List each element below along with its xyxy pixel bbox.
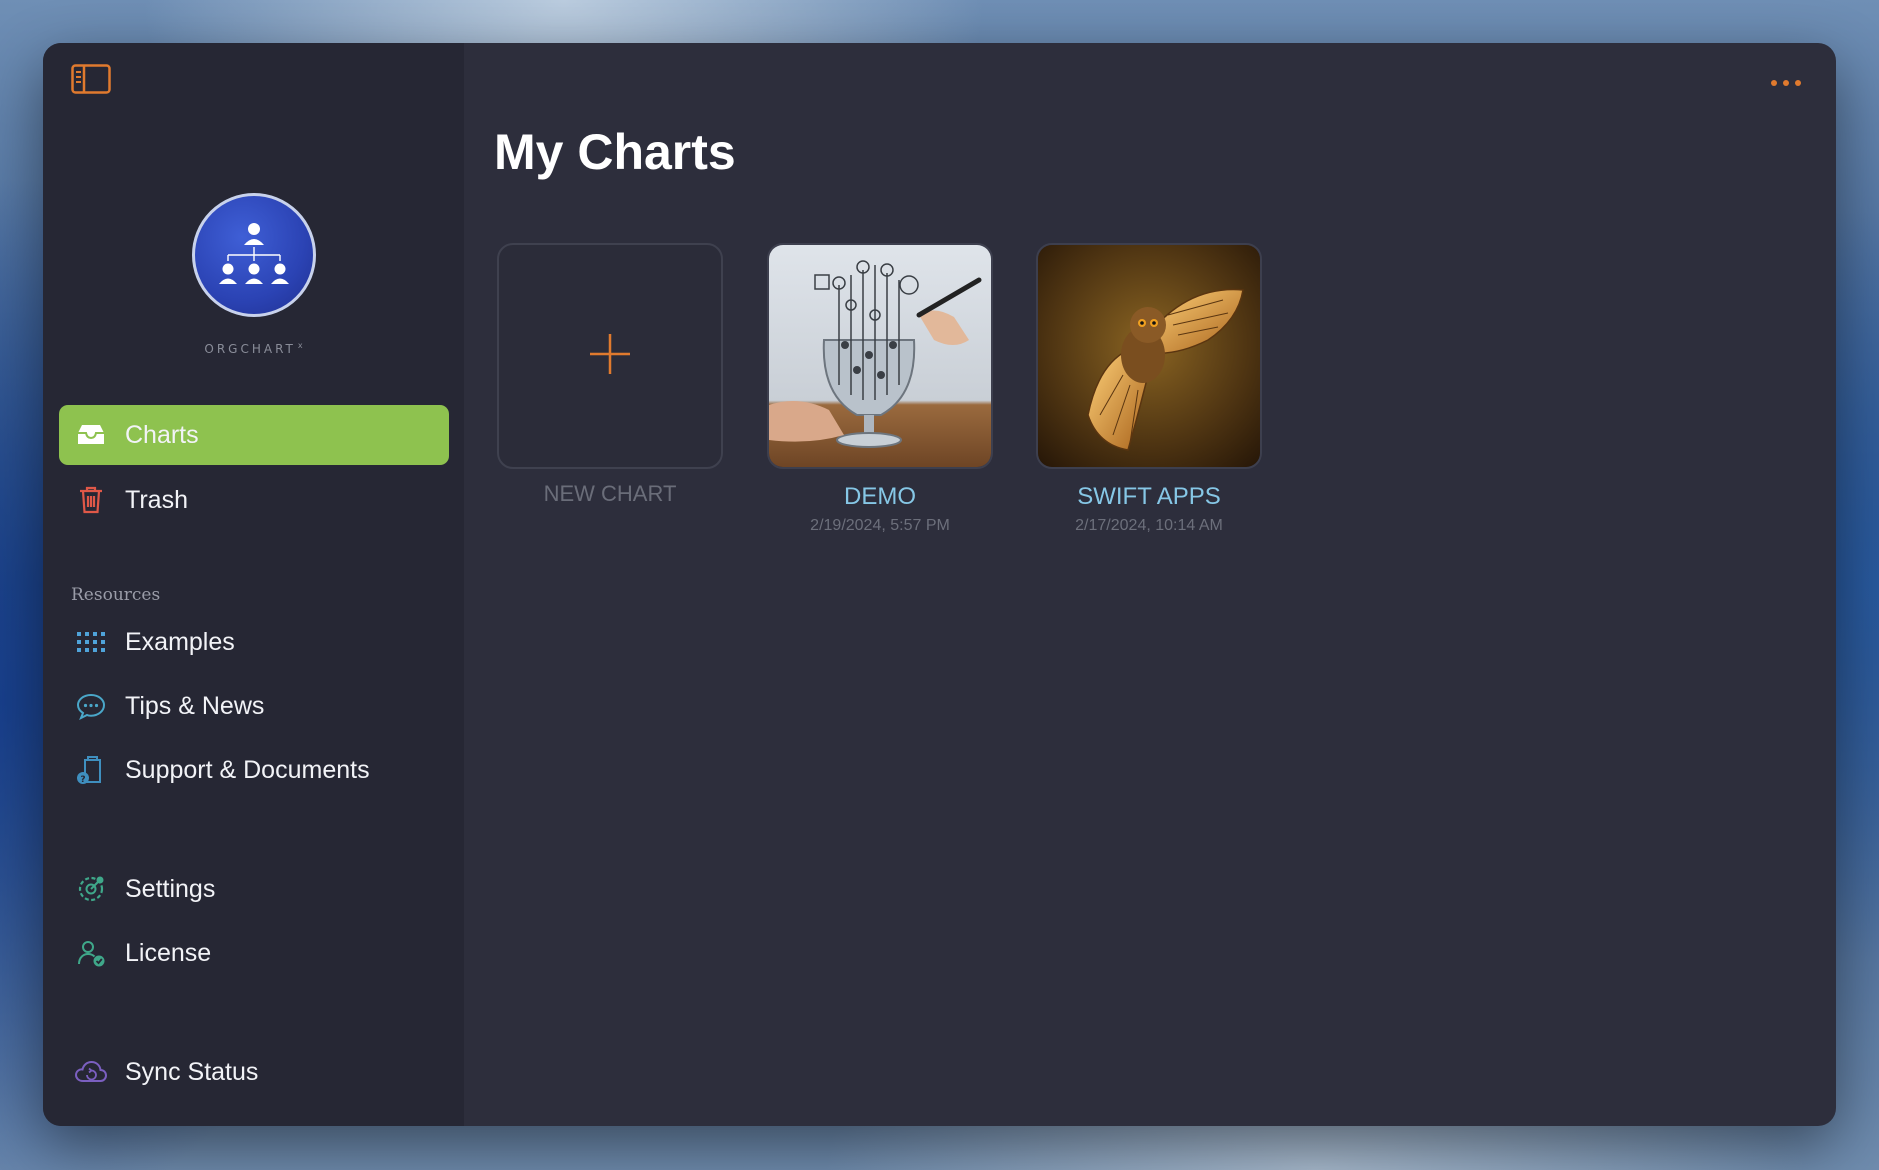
- trash-icon: [73, 485, 109, 515]
- sidebar-item-label: Settings: [125, 874, 216, 903]
- chart-thumbnail-demo: [767, 243, 993, 469]
- sidebar-item-license[interactable]: License: [59, 923, 449, 983]
- card-date: 2/19/2024, 5:57 PM: [810, 517, 950, 534]
- sidebar-toggle-button[interactable]: [71, 63, 111, 99]
- app-logo: ORGCHART x: [43, 193, 464, 356]
- chat-bubble-icon: [73, 692, 109, 720]
- demo-thumbnail-image: [769, 245, 991, 467]
- sidebar-item-label: Support & Documents: [125, 755, 370, 784]
- sidebar-item-settings[interactable]: Settings: [59, 859, 449, 919]
- chart-card-swift-apps[interactable]: SWIFT APPS 2/17/2024, 10:14 AM: [1034, 243, 1264, 535]
- ellipsis-icon: [1770, 74, 1802, 92]
- new-chart-card[interactable]: NEW CHART: [495, 243, 725, 507]
- sidebar: ORGCHART x Charts Trash Resources Exampl…: [43, 43, 464, 1126]
- card-title: DEMO: [844, 483, 916, 510]
- sidebar-item-trash[interactable]: Trash: [59, 470, 449, 530]
- page-title: My Charts: [494, 124, 736, 180]
- sidebar-item-label: Tips & News: [125, 691, 265, 720]
- sidebar-item-tips-news[interactable]: Tips & News: [59, 676, 449, 736]
- owl-thumbnail-image: [1038, 245, 1260, 467]
- sidebar-item-sync-status[interactable]: Sync Status: [59, 1042, 449, 1102]
- plus-icon: [588, 332, 632, 381]
- app-window: ORGCHART x Charts Trash Resources Exampl…: [43, 43, 1836, 1126]
- sidebar-toggle-icon: [71, 63, 111, 99]
- tray-icon: [73, 422, 109, 448]
- document-help-icon: ?: [73, 754, 109, 786]
- card-title: NEW CHART: [543, 481, 677, 506]
- chart-thumbnail-swift-apps: [1036, 243, 1262, 469]
- sidebar-item-examples[interactable]: Examples: [59, 612, 449, 672]
- card-title: SWIFT APPS: [1077, 483, 1221, 510]
- more-options-button[interactable]: [1766, 73, 1806, 93]
- sidebar-item-label: Charts: [125, 420, 199, 449]
- cloud-sync-icon: [73, 1059, 109, 1085]
- gear-icon: [73, 874, 109, 904]
- svg-text:?: ?: [80, 775, 85, 785]
- sidebar-item-support-documents[interactable]: ? Support & Documents: [59, 740, 449, 800]
- card-date: 2/17/2024, 10:14 AM: [1075, 517, 1223, 534]
- sidebar-item-label: Trash: [125, 485, 188, 514]
- sidebar-item-charts[interactable]: Charts: [59, 405, 449, 465]
- sidebar-item-label: License: [125, 938, 212, 967]
- logo-wordmark: ORGCHART x: [204, 341, 303, 356]
- resources-heading: Resources: [71, 585, 161, 605]
- sidebar-item-label: Sync Status: [125, 1057, 259, 1086]
- chart-card-demo[interactable]: DEMO 2/19/2024, 5:57 PM: [765, 243, 995, 535]
- new-chart-tile[interactable]: [497, 243, 723, 469]
- person-check-icon: [73, 938, 109, 968]
- grid-icon: [73, 631, 109, 653]
- org-chart-logo-icon: [191, 193, 316, 317]
- sidebar-item-label: Examples: [125, 627, 235, 656]
